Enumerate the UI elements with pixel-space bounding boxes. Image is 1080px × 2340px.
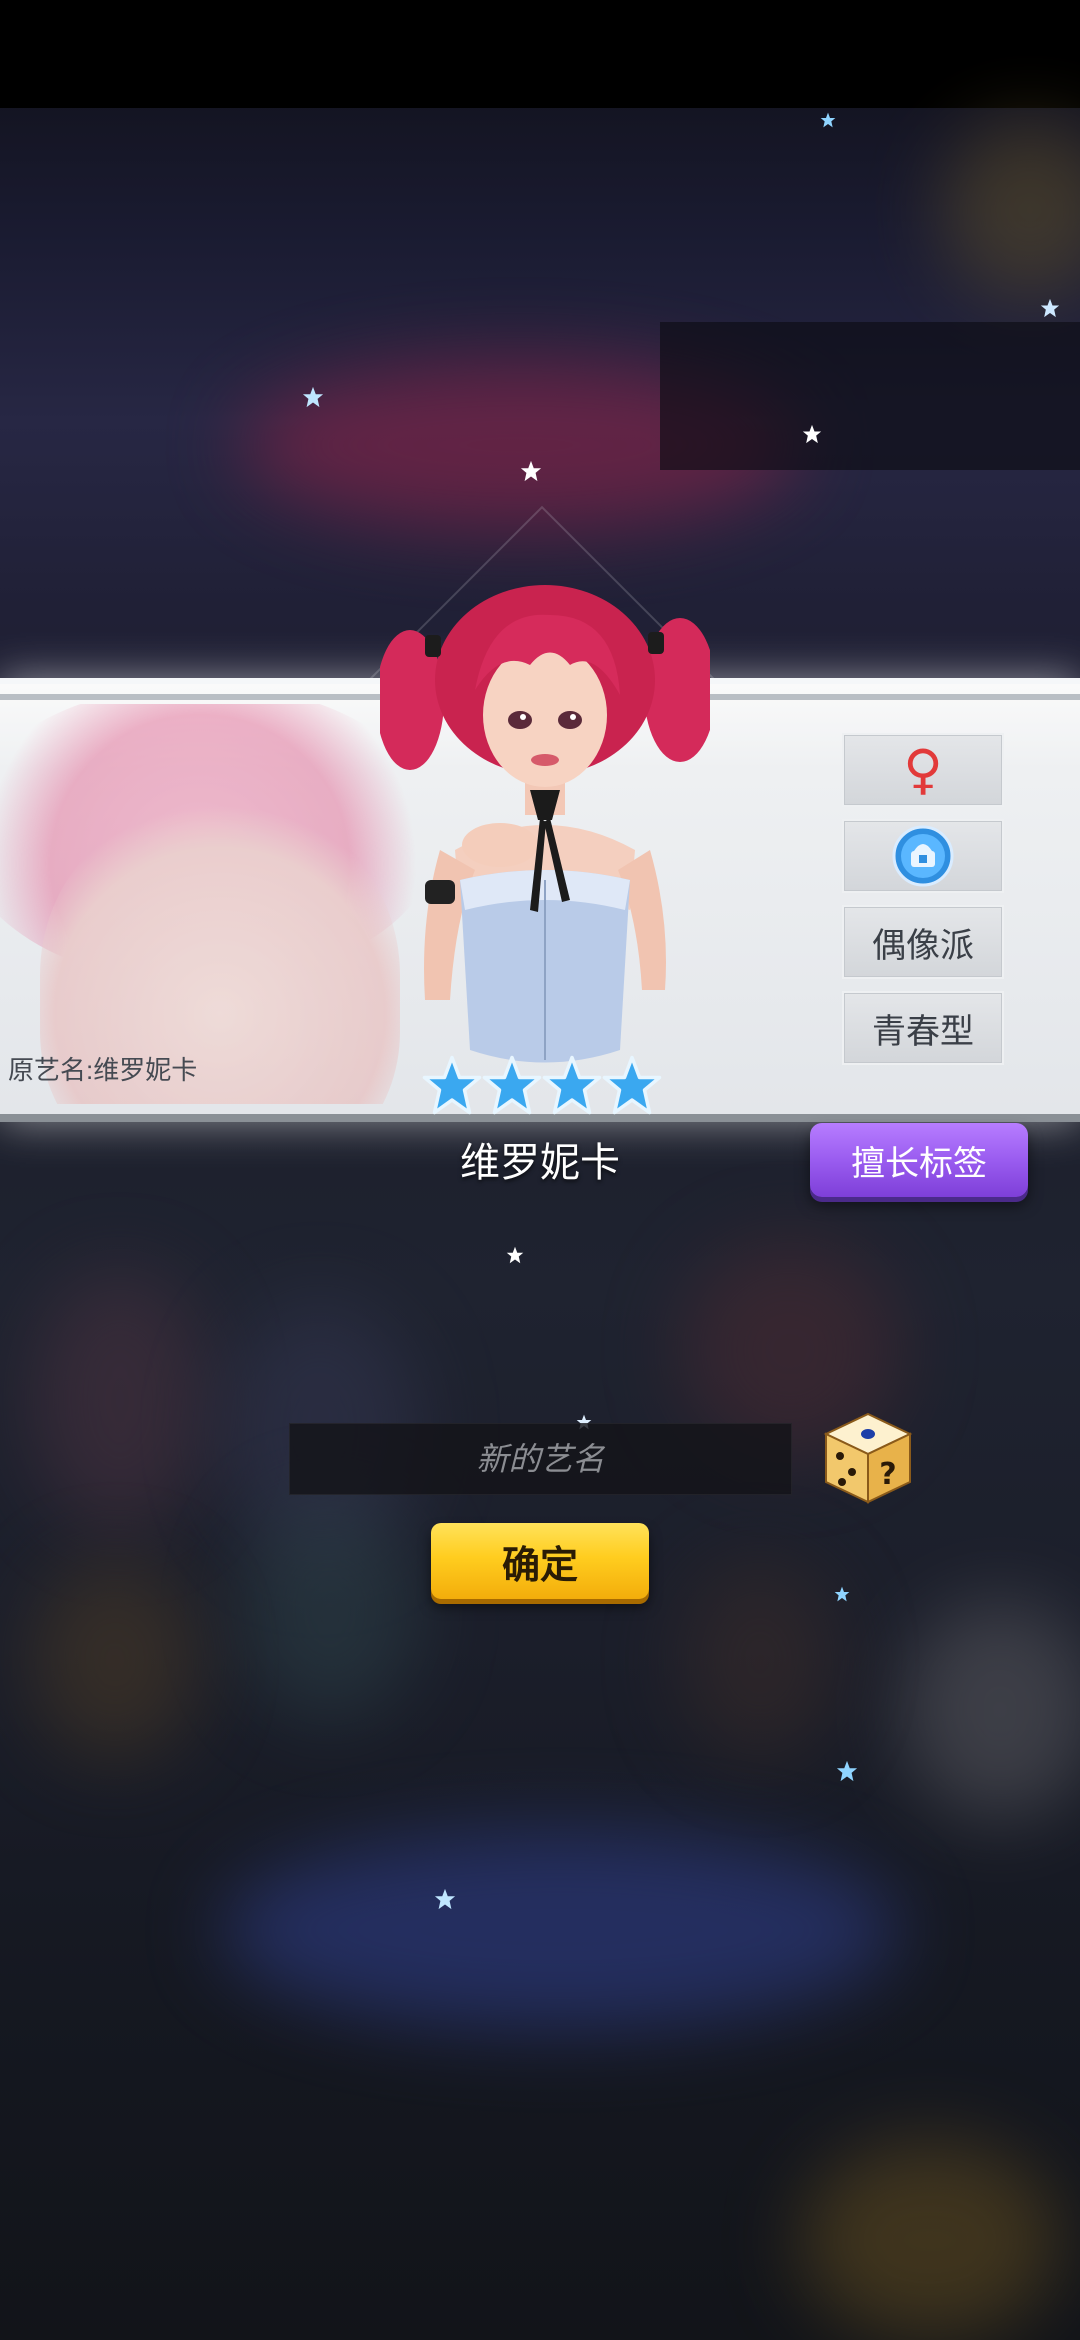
sparkle-star-icon <box>434 1888 456 1910</box>
type-badge-tag <box>842 819 1004 893</box>
bokeh-light <box>30 1270 210 1530</box>
bokeh-light <box>800 2140 1060 2340</box>
bokeh-light <box>940 120 1080 300</box>
svg-text:?: ? <box>879 1457 896 1492</box>
sparkle-star-icon <box>820 112 836 128</box>
original-name-label: 原艺名:维罗妮卡 <box>8 1055 198 1085</box>
star-icon <box>422 1055 482 1115</box>
sparkle-star-icon <box>520 460 542 482</box>
sparkle-star-icon <box>506 1246 524 1264</box>
sparkle-star-icon <box>834 1586 850 1602</box>
character-portrait-background <box>0 704 420 1104</box>
background-strip <box>660 322 1080 470</box>
style-tag-2: 青春型 <box>842 991 1004 1065</box>
sparkle-star-icon <box>802 424 822 444</box>
bokeh-light <box>240 1500 420 1720</box>
female-icon: ♀ <box>903 738 943 801</box>
star-rating <box>422 1052 662 1122</box>
status-bar <box>0 0 1080 108</box>
rename-screen: 原艺名:维罗妮卡 ♀ 偶像派 青春型 维罗妮卡 擅长标签 新的艺名 ? 确定 <box>0 0 1080 2340</box>
star-icon <box>482 1055 542 1115</box>
sparkle-star-icon <box>836 1760 858 1782</box>
new-stage-name-input[interactable] <box>289 1423 792 1495</box>
sparkle-star-icon <box>302 386 324 408</box>
character-avatar <box>380 585 710 1063</box>
bokeh-light <box>220 1830 900 2030</box>
confirm-button[interactable]: 确定 <box>431 1523 649 1599</box>
gender-tag: ♀ <box>842 733 1004 807</box>
sparkle-star-icon <box>1040 298 1060 318</box>
character-type-icon <box>892 825 954 887</box>
star-icon <box>602 1055 662 1115</box>
style-tag-1: 偶像派 <box>842 905 1004 979</box>
bokeh-light <box>30 1560 200 1760</box>
skill-tags-button[interactable]: 擅长标签 <box>810 1123 1028 1197</box>
bokeh-light <box>680 1560 840 1760</box>
star-icon <box>542 1055 602 1115</box>
bokeh-light <box>900 1600 1080 1820</box>
random-name-dice-icon[interactable]: ? <box>822 1410 914 1506</box>
character-attribute-tags: ♀ 偶像派 青春型 <box>842 733 1004 1077</box>
character-name: 维罗妮卡 <box>460 1140 620 1186</box>
